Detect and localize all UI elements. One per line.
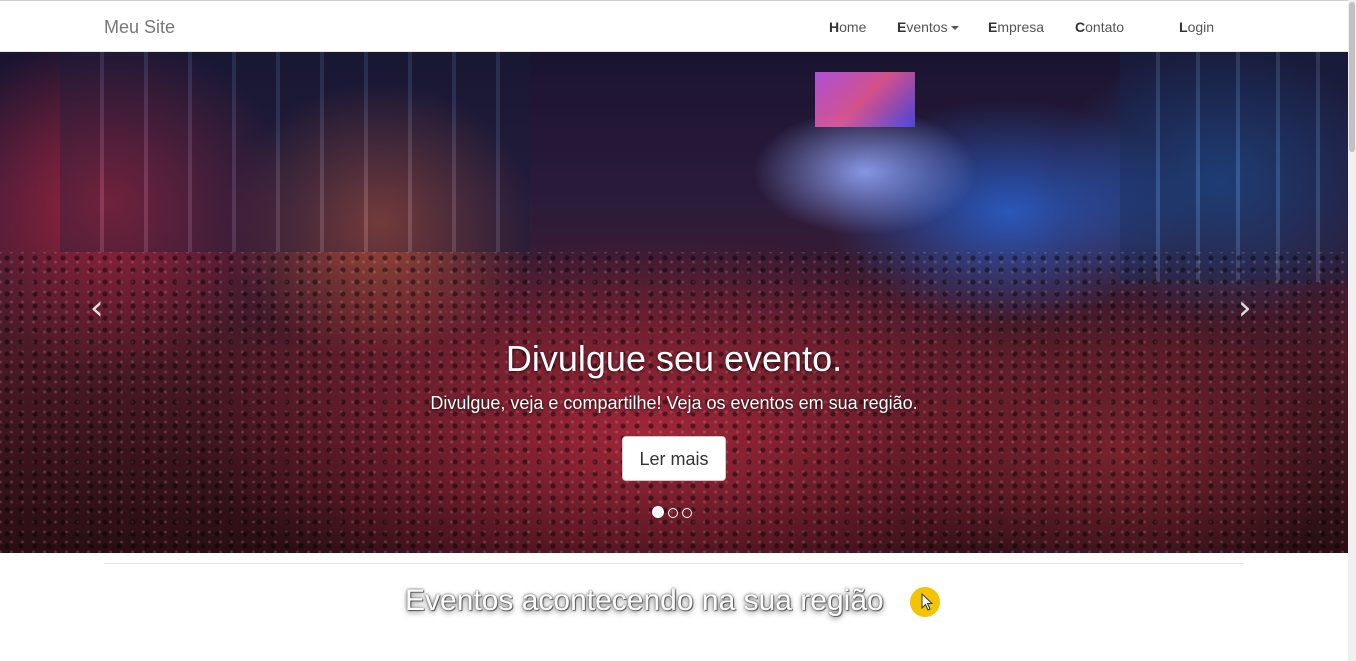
cursor-highlight-icon: [910, 587, 940, 617]
section-title: Eventos acontecendo na sua região: [405, 584, 884, 617]
carousel-indicator-3[interactable]: [682, 508, 692, 518]
brand-link[interactable]: Meu Site: [104, 17, 175, 38]
carousel-caption-title: Divulgue seu evento.: [505, 338, 843, 379]
carousel-prev-icon[interactable]: ‹: [90, 288, 104, 328]
hero-carousel: ‹ › Divulgue seu evento. Divulgue, veja …: [0, 52, 1348, 553]
carousel-caption-text: Divulgue, veja e compartilhe! Veja os ev…: [430, 393, 918, 413]
hero-image-stage-screen: [815, 72, 915, 127]
divider: [104, 563, 1244, 564]
read-more-button[interactable]: Ler mais: [622, 436, 726, 481]
hero-image-building-right: [1120, 52, 1348, 282]
nav-login[interactable]: Login: [1179, 19, 1214, 35]
nav-eventos-dropdown[interactable]: Eventos: [897, 19, 959, 35]
scrollbar-thumb[interactable]: [1349, 2, 1355, 152]
nav-contato[interactable]: Contato: [1075, 19, 1124, 35]
nav-empresa[interactable]: Empresa: [988, 19, 1044, 35]
carousel-next-icon[interactable]: ›: [1238, 288, 1252, 328]
caret-down-icon: [950, 26, 959, 31]
hero-image-building-left: [60, 52, 530, 252]
carousel-indicator-2[interactable]: [668, 508, 678, 518]
page-scrollbar[interactable]: [1348, 0, 1356, 661]
nav-home[interactable]: Home: [829, 19, 866, 35]
carousel-indicators: [652, 505, 696, 518]
navbar: Meu Site Home Eventos Empresa Contato Lo…: [0, 0, 1348, 52]
carousel-indicator-1[interactable]: [652, 506, 664, 518]
